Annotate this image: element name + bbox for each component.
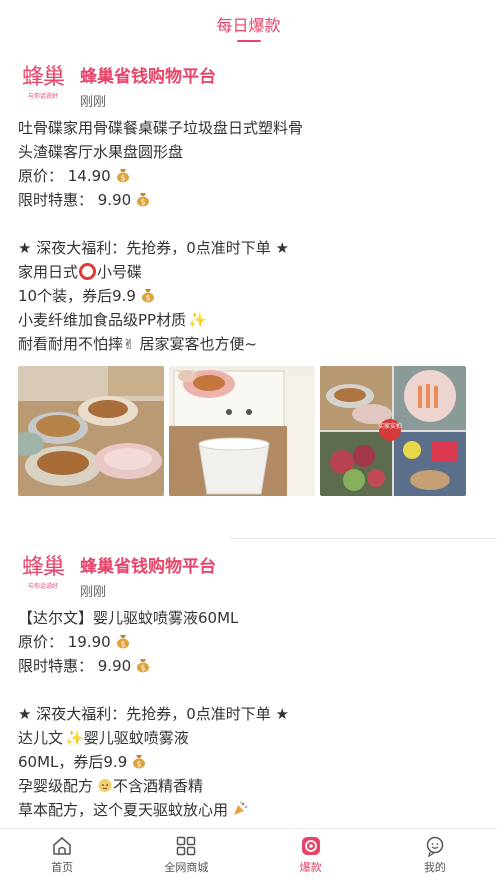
money-bag-icon: $: [116, 169, 129, 183]
original-price: 原价： 14.90 $: [18, 164, 378, 188]
shop-logo[interactable]: 蜂巢 与你话说好: [18, 64, 68, 104]
post-time: 刚刚: [80, 95, 107, 110]
desc-text: 达儿文: [18, 729, 64, 747]
shop-name[interactable]: 蜂巢省钱购物平台: [80, 62, 216, 87]
sale-price-text: 限时特惠： 9.90: [18, 657, 132, 675]
svg-text:$: $: [145, 294, 150, 303]
shop-logo[interactable]: 蜂巢 与你话说好: [18, 554, 68, 594]
svg-text:$: $: [141, 198, 146, 207]
post-divider: [230, 538, 497, 539]
desc-line: 家用日式 小号碟: [18, 260, 378, 284]
plates-fruit-collage-image: 实家实拍: [320, 366, 466, 496]
product-photo[interactable]: 实家实拍: [320, 366, 466, 496]
desc-text: 耐看耐用不怕摔: [18, 335, 124, 353]
desc-text: 家用日式: [18, 263, 79, 281]
product-title-line: 【达尔文】婴儿驱蚊喷雾液60ML: [18, 609, 239, 627]
logo-text: 蜂巢: [21, 555, 65, 580]
desc-line: 10个装，券后9.9 $: [18, 284, 378, 308]
sale-price-text: 限时特惠： 9.90: [18, 191, 132, 209]
plates-table-image: [18, 366, 164, 496]
tab-hot[interactable]: 爆款: [249, 829, 373, 883]
sale-price: 限时特惠： 9.90 $: [18, 188, 378, 212]
tab-label: 爆款: [299, 861, 322, 874]
money-bag-icon: $: [133, 755, 146, 769]
photo-badge-text: 实家实拍: [378, 422, 402, 430]
desc-text: 居家宴客也方便~: [139, 335, 258, 353]
party-popper-icon: [234, 801, 248, 815]
money-bag-icon: $: [116, 635, 129, 649]
tab-label: 我的: [423, 861, 446, 874]
desc-text: 不含酒精香精: [113, 777, 204, 795]
product-photo[interactable]: [169, 366, 315, 496]
promo-line: ★ 深夜大福利：先抢券，0点准时下单 ★: [18, 705, 289, 723]
post-body: 【达尔文】婴儿驱蚊喷雾液60ML 原价： 19.90 $ 限时特惠： 9.90 $ …: [18, 606, 378, 822]
title-underline: [237, 40, 261, 42]
logo-subtext: 与你话说好: [27, 93, 58, 100]
page-title[interactable]: 每日爆款: [0, 12, 497, 36]
desc-text: 60ML，券后9.9: [18, 753, 128, 771]
home-icon: [53, 837, 71, 855]
sparkles-icon: ✨: [65, 729, 84, 747]
red-circle-icon: [79, 263, 97, 280]
desc-line: 孕婴级配方 不含酒精香精: [18, 774, 378, 798]
desc-text: 小麦纤维加食品级PP材质: [18, 311, 187, 329]
tab-mall[interactable]: 全网商城: [124, 829, 248, 883]
desc-text: 10个装，券后9.9: [18, 287, 136, 305]
profile-icon: [426, 836, 444, 857]
post-time: 刚刚: [80, 585, 107, 600]
shop-name[interactable]: 蜂巢省钱购物平台: [80, 552, 216, 577]
original-price-text: 原价： 14.90: [18, 167, 111, 185]
top-bar: 每日爆款: [0, 0, 497, 48]
desc-text: 婴儿驱蚊喷雾液: [83, 729, 189, 747]
desc-line: 达儿文 ✨婴儿驱蚊喷雾液: [18, 726, 378, 750]
sale-price: 限时特惠： 9.90 $: [18, 654, 378, 678]
logo-text: 蜂巢: [21, 65, 65, 90]
money-bag-icon: $: [141, 289, 154, 303]
tab-label: 全网商城: [164, 861, 209, 874]
desc-text: 小号碟: [97, 263, 143, 281]
feed[interactable]: 蜂巢 与你话说好 蜂巢省钱购物平台 刚刚 吐骨碟家用骨碟餐桌碟子垃圾盘日式塑料骨…: [0, 48, 497, 828]
desc-line: 草本配方，这个夏天驱蚊放心用: [18, 798, 378, 822]
victory-hand-icon: ✌: [123, 337, 135, 353]
grid-icon: [177, 836, 196, 856]
svg-text:$: $: [120, 174, 125, 183]
original-price: 原价： 19.90 $: [18, 630, 378, 654]
desc-line: 耐看耐用不怕摔✌ 居家宴客也方便~: [18, 332, 378, 356]
tab-home[interactable]: 首页: [0, 829, 124, 883]
svg-text:$: $: [141, 664, 146, 673]
photo-grid: 实家实拍: [18, 366, 466, 496]
logo-subtext: 与你话说好: [27, 583, 58, 590]
desc-text: 孕婴级配方: [18, 777, 94, 795]
product-title-line: 吐骨碟家用骨碟餐桌碟子垃圾盘日式塑料骨: [18, 119, 304, 137]
product-photo[interactable]: [18, 366, 164, 496]
original-price-text: 原价： 19.90: [18, 633, 111, 651]
money-bag-icon: $: [137, 193, 150, 207]
post-body: 吐骨碟家用骨碟餐桌碟子垃圾盘日式塑料骨 头渣碟客厅水果盘圆形盘 原价： 14.9…: [18, 116, 378, 356]
promo-line: ★ 深夜大福利：先抢券，0点准时下单 ★: [18, 239, 289, 257]
svg-text:$: $: [120, 640, 125, 649]
tab-profile[interactable]: 我的: [373, 829, 497, 883]
product-title-line: 头渣碟客厅水果盘圆形盘: [18, 143, 184, 161]
desc-text: 草本配方，这个夏天驱蚊放心用: [18, 801, 229, 819]
svg-text:$: $: [137, 760, 142, 769]
sparkles-icon: ✨: [188, 311, 207, 329]
bottom-tab-bar: 首页 全网商城 爆款 我的: [0, 828, 497, 883]
trash-bin-image: [169, 366, 315, 496]
desc-line: 小麦纤维加食品级PP材质 ✨: [18, 308, 378, 332]
baby-face-icon: [98, 779, 112, 792]
hot-icon: [301, 837, 320, 855]
tab-label: 首页: [51, 861, 74, 874]
money-bag-icon: $: [137, 659, 150, 673]
desc-line: 60ML，券后9.9 $: [18, 750, 378, 774]
